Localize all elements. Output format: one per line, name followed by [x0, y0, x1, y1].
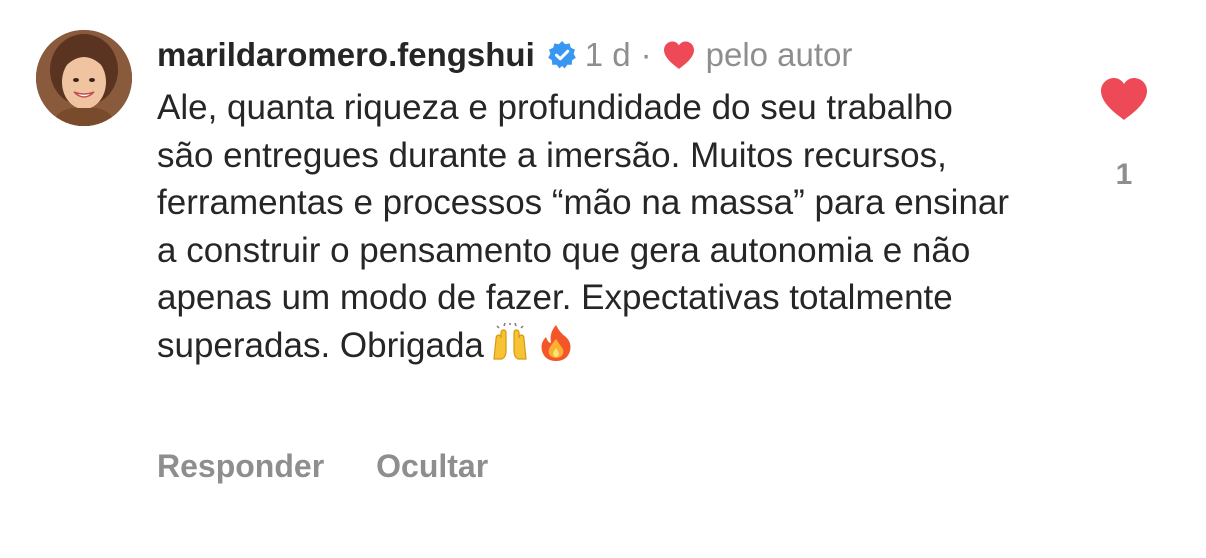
fire-emoji [536, 323, 576, 376]
avatar[interactable] [36, 30, 132, 126]
comment-text-block: Ale, quanta riqueza e profundidade do se… [157, 84, 1017, 375]
liked-by-author-label: pelo autor [705, 36, 853, 73]
comment-text: Ale, quanta riqueza e profundidade do se… [157, 88, 1010, 365]
comment-meta: marildaromero.fengshui 1 d · pelo autor [157, 32, 1037, 78]
reply-button[interactable]: Responder [157, 448, 324, 485]
comment-actions: Responder Ocultar [157, 448, 540, 485]
comment-timestamp: 1 d [584, 36, 631, 73]
verified-badge-icon [547, 40, 577, 70]
comment-body: marildaromero.fengshui 1 d · pelo autor … [157, 32, 1037, 375]
comment-container: marildaromero.fengshui 1 d · pelo autor … [0, 0, 1206, 558]
liked-by-author-heart-icon [662, 40, 696, 70]
like-count: 1 [1115, 158, 1133, 191]
like-heart-icon[interactable] [1098, 76, 1150, 122]
hide-button[interactable]: Ocultar [376, 448, 488, 485]
avatar-image [36, 30, 132, 126]
username-link[interactable]: marildaromero.fengshui [157, 36, 535, 74]
raising-hands-emoji [490, 321, 530, 376]
like-column: 1 [1094, 76, 1154, 192]
meta-separator: · [640, 36, 652, 73]
